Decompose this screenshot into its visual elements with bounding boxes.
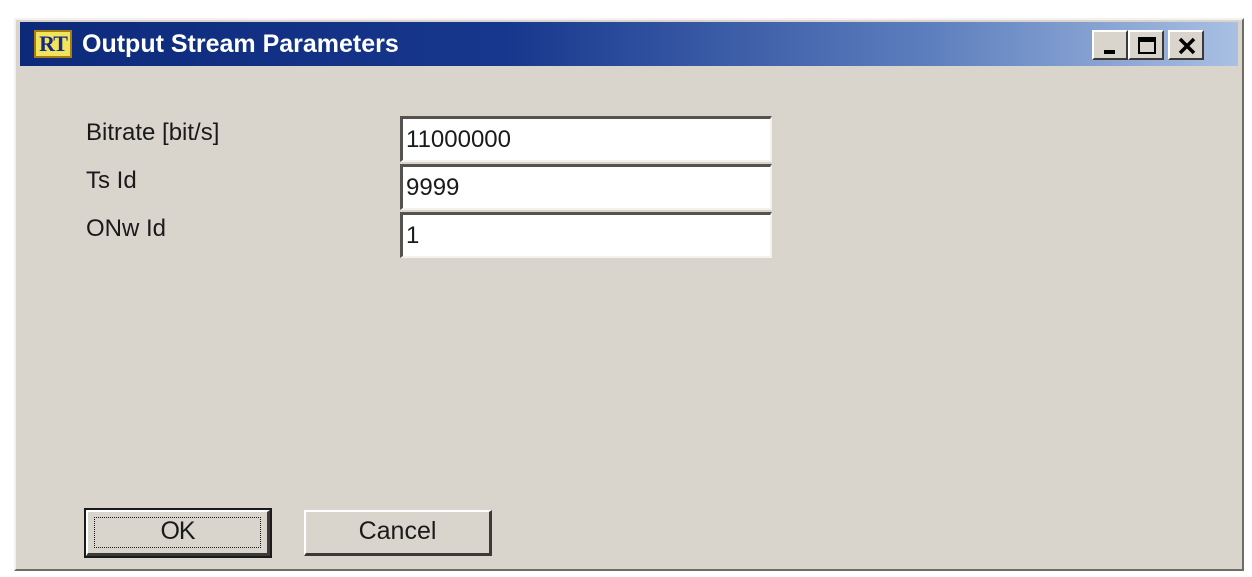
dialog-window: RT Output Stream Parameters Bitrate [bit… [14, 18, 1244, 571]
cancel-button-label: Cancel [358, 517, 437, 545]
cancel-button[interactable]: Cancel [304, 510, 492, 556]
close-button[interactable] [1168, 30, 1204, 60]
maximize-icon [1138, 37, 1156, 54]
close-icon [1178, 37, 1196, 55]
title-bar[interactable]: RT Output Stream Parameters [20, 22, 1238, 66]
maximize-button[interactable] [1128, 30, 1164, 60]
ok-button[interactable]: OK [84, 508, 272, 558]
minimize-icon [1104, 50, 1115, 54]
onw-id-label: ONw Id [86, 215, 167, 242]
bitrate-input[interactable] [400, 116, 772, 162]
ok-button-label: OK [160, 517, 195, 545]
minimize-button[interactable] [1092, 30, 1128, 60]
onw-id-input[interactable] [400, 212, 772, 258]
window-title: Output Stream Parameters [82, 30, 399, 58]
bitrate-label: Bitrate [bit/s] [86, 119, 220, 146]
ts-id-label: Ts Id [86, 167, 137, 194]
ts-id-input[interactable] [400, 164, 772, 210]
app-icon: RT [34, 30, 72, 58]
